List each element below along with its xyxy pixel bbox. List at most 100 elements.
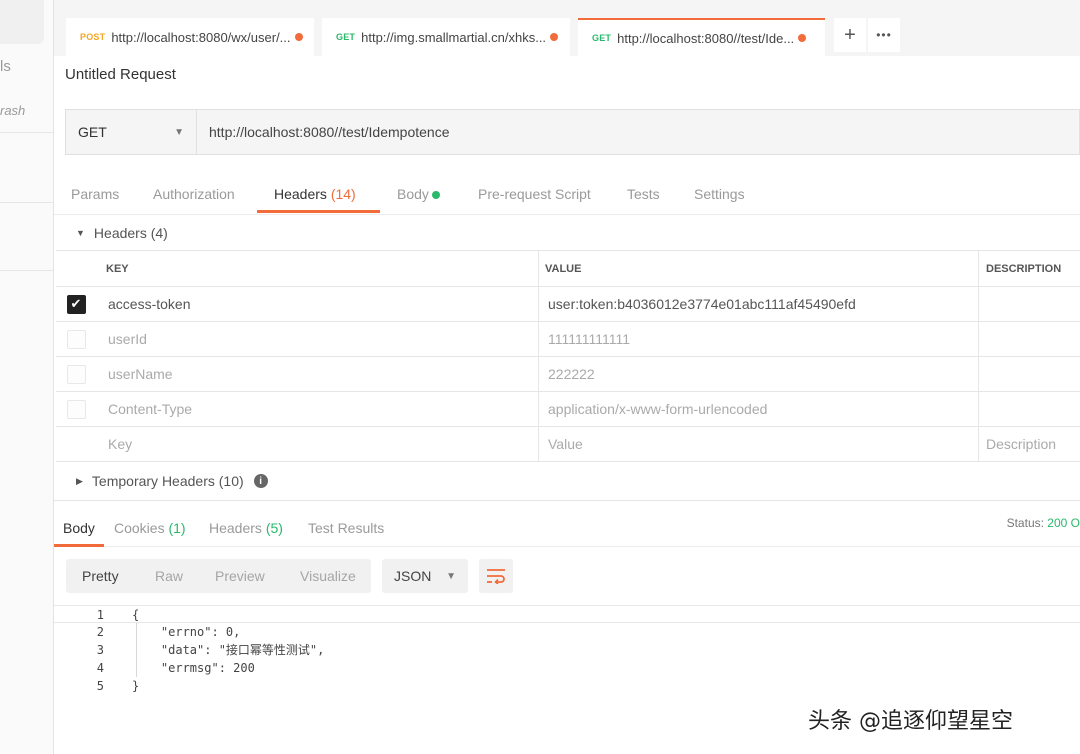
header-key-cell[interactable]: Content-Type	[96, 392, 539, 426]
row-checkbox-cell	[56, 357, 96, 391]
key-input[interactable]: Key	[96, 427, 539, 461]
sidebar-partial-label-trash[interactable]: rash	[0, 103, 25, 118]
tab-pre-request-script[interactable]: Pre-request Script	[478, 186, 591, 202]
response-tab-cookies[interactable]: Cookies (1)	[114, 520, 186, 536]
active-tab-underline	[257, 210, 380, 213]
status-label: Status:	[1006, 516, 1044, 530]
checkbox-checked[interactable]: ✔	[66, 294, 86, 314]
code-line: 4 "errmsg": 200	[54, 659, 1080, 677]
header-key-cell[interactable]: userId	[96, 322, 539, 356]
caret-down-icon: ▼	[76, 228, 85, 238]
sidebar-divider	[0, 132, 54, 133]
tab-url: http://img.smallmartial.cn/xhks...	[361, 29, 547, 45]
method-value: GET	[78, 124, 107, 140]
sidebar-top-block	[0, 0, 44, 44]
add-tab-icon[interactable]: +	[834, 18, 866, 52]
format-preview-button[interactable]: Preview	[215, 568, 265, 584]
line-number: 4	[96, 661, 104, 675]
status-value: 200 O	[1047, 516, 1080, 530]
code-line: 2 "errno": 0,	[54, 623, 1080, 641]
code-line: 1 {	[54, 605, 1080, 623]
request-tab[interactable]: POST http://localhost:8080/wx/user/...	[66, 18, 314, 56]
checkbox[interactable]	[66, 329, 86, 349]
tab-headers-count: (14)	[330, 186, 356, 202]
header-description-cell[interactable]	[979, 392, 1080, 426]
info-icon[interactable]: i	[253, 474, 268, 488]
sidebar-partial-label[interactable]: ls	[0, 58, 11, 75]
language-dropdown[interactable]: JSON ▼	[382, 559, 468, 593]
temporary-headers-toggle[interactable]: ▶ Temporary Headers (10) i	[76, 473, 268, 489]
headers-section-title: Headers (4)	[93, 225, 168, 241]
method-label: GET	[592, 33, 612, 43]
url-input[interactable]: http://localhost:8080//test/Idempotence	[197, 110, 1079, 154]
request-config-tabs: Params Authorization Headers (14) Body P…	[54, 170, 1080, 215]
column-description: DESCRIPTION	[986, 262, 1062, 275]
cookies-label: Cookies	[114, 520, 165, 536]
table-row: Content-Type application/x-www-form-urle…	[56, 392, 1080, 427]
response-headers-label: Headers	[209, 520, 262, 536]
unsaved-dot-icon	[294, 33, 303, 41]
more-options-icon[interactable]: •••	[868, 18, 900, 52]
chevron-down-icon: ▼	[446, 570, 456, 582]
code-text: "errmsg": 200	[132, 661, 255, 675]
response-tab-body[interactable]: Body	[63, 520, 95, 536]
response-tab-headers[interactable]: Headers (5)	[209, 520, 283, 536]
column-key: KEY	[96, 251, 539, 286]
method-label: GET	[336, 32, 356, 42]
header-checkbox-column	[56, 251, 96, 286]
line-number: 1	[96, 608, 104, 622]
format-toggle-group: Pretty Raw Preview Visualize	[66, 559, 371, 593]
header-value-cell[interactable]: 222222	[539, 357, 979, 391]
request-tab-active[interactable]: GET http://localhost:8080//test/Ide...	[578, 18, 825, 56]
sidebar-divider	[0, 270, 54, 271]
format-visualize-button[interactable]: Visualize	[300, 568, 356, 584]
tab-settings[interactable]: Settings	[694, 186, 745, 202]
value-input[interactable]: Value	[539, 427, 979, 461]
code-line: 3 "data": "接口幂等性测试",	[54, 641, 1080, 659]
tab-headers-label: Headers	[274, 186, 327, 202]
response-tab-test-results[interactable]: Test Results	[308, 520, 384, 536]
code-text: "data": "接口幂等性测试",	[132, 643, 325, 657]
format-raw-button[interactable]: Raw	[155, 568, 183, 584]
response-headers-count: (5)	[265, 520, 283, 536]
tab-body-label: Body	[397, 186, 429, 202]
line-number: 2	[96, 625, 104, 639]
header-value-cell[interactable]: application/x-www-form-urlencoded	[539, 392, 979, 426]
header-description-cell[interactable]	[979, 322, 1080, 356]
code-line: 5 }	[54, 677, 1080, 695]
checkbox[interactable]	[66, 364, 86, 384]
header-key-cell[interactable]: userName	[96, 357, 539, 391]
line-number: 5	[96, 679, 104, 693]
header-value-cell[interactable]: user:token:b4036012e3774e01abc111af45490…	[539, 287, 979, 321]
description-input[interactable]: Description	[979, 427, 1080, 461]
format-pretty-button[interactable]: Pretty	[82, 568, 119, 584]
language-value: JSON	[394, 568, 432, 584]
code-text: }	[132, 679, 140, 693]
tab-authorization[interactable]: Authorization	[153, 186, 235, 202]
header-value-cell[interactable]: 111111111111	[539, 322, 979, 356]
header-description-cell[interactable]	[979, 287, 1080, 321]
row-checkbox-cell	[56, 322, 96, 356]
header-key-cell[interactable]: access-token	[96, 287, 539, 321]
tab-headers[interactable]: Headers (14)	[274, 186, 356, 202]
column-value: VALUE	[539, 251, 979, 286]
tab-body[interactable]: Body	[397, 186, 440, 202]
wrap-lines-icon	[487, 569, 505, 584]
headers-section-toggle[interactable]: ▼ Headers (4)	[76, 225, 168, 241]
body-indicator-dot-icon	[431, 191, 440, 200]
unsaved-dot-icon	[550, 33, 559, 41]
response-code-view[interactable]: 1 { 2 "errno": 0, 3 "data": "接口幂等性测试", 4…	[54, 605, 1080, 695]
tab-params[interactable]: Params	[71, 186, 119, 202]
unsaved-dot-icon	[798, 34, 807, 42]
request-title[interactable]: Untitled Request	[65, 66, 176, 83]
checkbox[interactable]	[66, 399, 86, 419]
table-row: userName 222222	[56, 357, 1080, 392]
headers-table: KEY VALUE DESCRIPTION ✔ access-token use…	[56, 250, 1080, 462]
method-dropdown[interactable]: GET ▼	[66, 110, 197, 154]
url-bar: GET ▼ http://localhost:8080//test/Idempo…	[65, 109, 1080, 155]
request-tab[interactable]: GET http://img.smallmartial.cn/xhks...	[322, 18, 570, 56]
request-tab-bar: POST http://localhost:8080/wx/user/... G…	[54, 0, 1080, 56]
tab-tests[interactable]: Tests	[627, 186, 660, 202]
wrap-lines-button[interactable]	[479, 559, 513, 593]
header-description-cell[interactable]	[979, 357, 1080, 391]
